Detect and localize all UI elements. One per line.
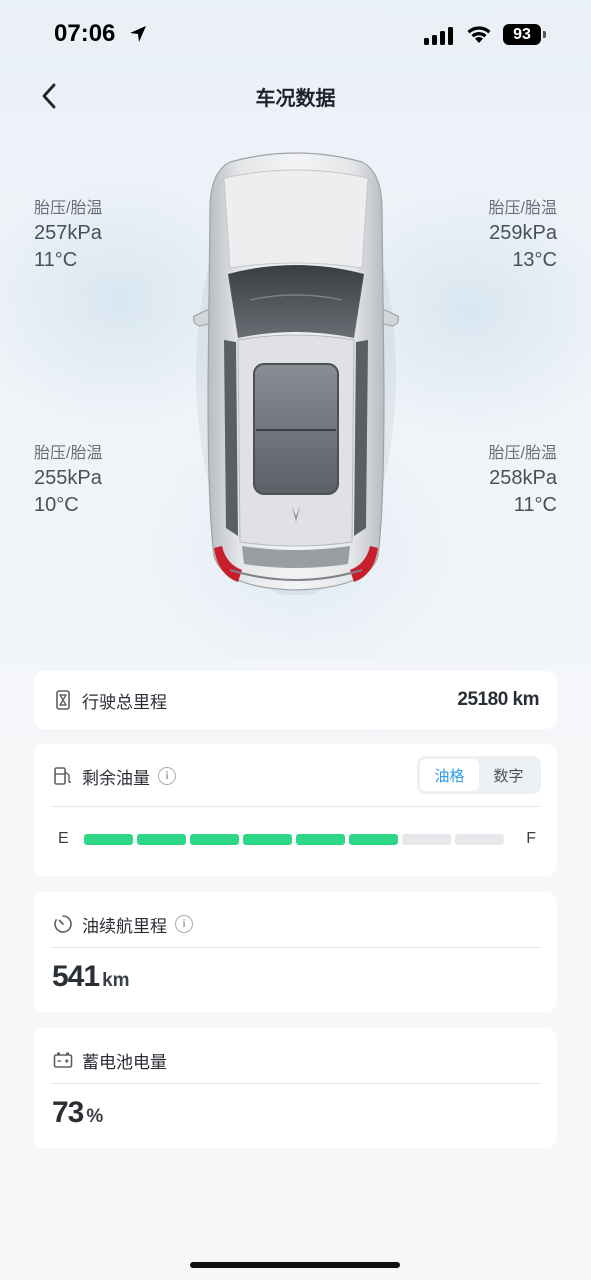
odometer-label: 行驶总里程	[82, 692, 167, 713]
home-indicator[interactable]	[190, 1262, 400, 1268]
range-value: 541 km	[52, 960, 130, 994]
odometer-value: 25180 km	[457, 689, 539, 710]
tab-fuel-bars[interactable]: 油格	[420, 759, 479, 791]
odometer-card: 行驶总里程 25180 km	[34, 671, 557, 729]
tire-temperature: 11°C	[513, 494, 557, 516]
cellular-signal-icon	[424, 25, 453, 45]
range-card: 油续航里程 i 541 km	[34, 892, 557, 1012]
tire-pressure: 259kPa	[489, 222, 557, 244]
range-label: 油续航里程	[82, 916, 167, 937]
battery-level: 93	[503, 24, 541, 45]
tire-front-left: 胎压/胎温 257kPa 11°C	[34, 198, 102, 274]
status-bar: 07:06 93	[0, 0, 591, 70]
tire-rear-left: 胎压/胎温 255kPa 10°C	[34, 443, 102, 519]
fuel-bar-filled	[137, 834, 186, 845]
fuel-bar-filled	[349, 834, 398, 845]
fuel-bar-empty	[402, 834, 451, 845]
tire-label: 胎压/胎温	[34, 445, 103, 462]
tire-label: 胎压/胎温	[488, 445, 557, 462]
tire-temperature: 11°C	[34, 249, 78, 271]
gauge-empty-label: E	[58, 830, 69, 847]
fuel-pump-icon	[52, 765, 74, 787]
battery-number: 73	[52, 1096, 84, 1129]
tire-pressure: 258kPa	[489, 467, 557, 489]
fuel-card: 剩余油量 i 油格 数字 E F	[34, 744, 557, 876]
fuel-bar-filled	[243, 834, 292, 845]
tire-rear-right: 胎压/胎温 258kPa 11°C	[489, 443, 557, 519]
tire-temperature: 10°C	[34, 494, 79, 516]
fuel-bars	[84, 834, 504, 845]
fuel-bar-filled	[84, 834, 133, 845]
battery-tip	[543, 31, 546, 38]
battery-card: 蓄电池电量 73%	[34, 1028, 557, 1148]
info-icon[interactable]: i	[175, 915, 193, 933]
battery-value: 73%	[52, 1096, 103, 1130]
range-number: 541	[52, 960, 100, 993]
info-icon[interactable]: i	[158, 767, 176, 785]
gauge-full-label: F	[526, 830, 536, 847]
tire-label: 胎压/胎温	[34, 200, 103, 217]
location-arrow-icon	[130, 26, 146, 42]
range-unit: km	[102, 970, 130, 991]
divider	[50, 947, 541, 948]
car-battery-icon	[52, 1049, 74, 1071]
fuel-bar-filled	[296, 834, 345, 845]
wifi-icon	[467, 26, 491, 43]
tab-fuel-number[interactable]: 数字	[479, 759, 538, 791]
car-top-view-image	[193, 152, 399, 595]
hourglass-icon	[52, 689, 74, 711]
tire-temperature: 13°C	[512, 249, 557, 271]
fuel-gauge: E F	[58, 828, 536, 850]
fuel-display-toggle[interactable]: 油格 数字	[417, 756, 541, 794]
tire-pressure: 255kPa	[34, 467, 102, 489]
tire-label: 胎压/胎温	[488, 200, 557, 217]
status-time: 07:06	[54, 20, 116, 47]
divider	[50, 806, 541, 807]
fuel-bar-filled	[190, 834, 239, 845]
battery-label: 蓄电池电量	[82, 1052, 167, 1073]
tire-pressure: 257kPa	[34, 222, 102, 244]
page-title: 车况数据	[255, 86, 336, 110]
fuel-bar-empty	[455, 834, 504, 845]
fuel-label: 剩余油量	[82, 768, 150, 789]
divider	[50, 1083, 541, 1084]
tire-front-right: 胎压/胎温 259kPa 13°C	[489, 198, 557, 274]
timer-icon	[52, 913, 74, 935]
battery-unit: %	[86, 1106, 104, 1127]
